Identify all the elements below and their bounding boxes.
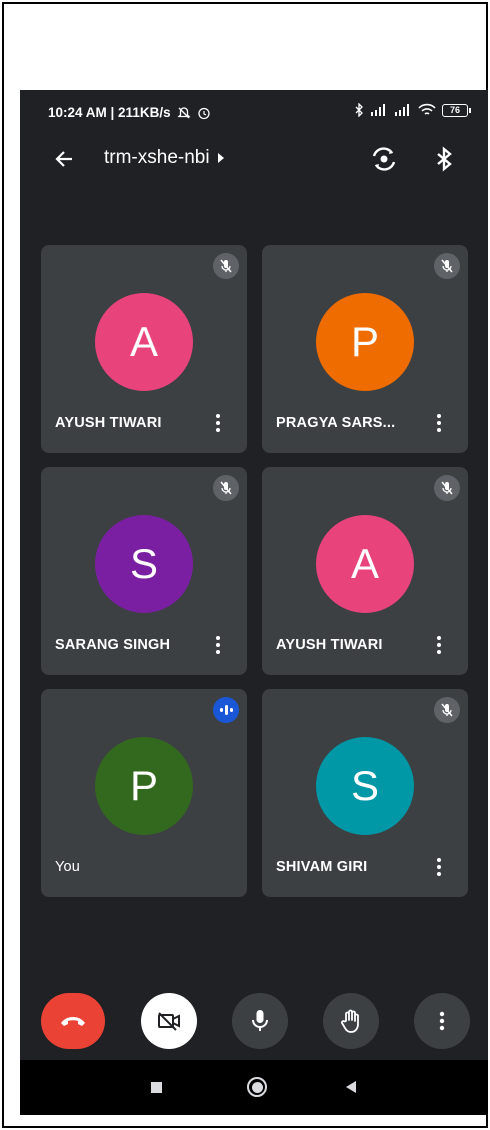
more-options-button[interactable] [414,993,470,1049]
avatar: S [95,515,193,613]
participant-tile[interactable]: A AYUSH TIWARI [262,467,468,675]
hang-up-button[interactable] [41,993,105,1049]
back-button[interactable] [50,144,80,174]
app-bar: trm-xshe-nbi [20,134,488,184]
call-controls [20,993,488,1049]
avatar: A [316,515,414,613]
status-right: 76 [354,103,471,117]
participant-name: AYUSH TIWARI [276,637,383,653]
bluetooth-status-icon [355,103,363,117]
avatar: P [316,293,414,391]
signal-icon-2 [395,104,409,116]
mic-off-icon [434,253,460,279]
bluetooth-icon [437,146,452,172]
more-vert-icon[interactable] [434,411,444,435]
system-nav-bar [20,1060,488,1115]
more-vert-icon[interactable] [434,855,444,879]
bluetooth-button[interactable] [428,143,460,175]
participant-tile-self[interactable]: P You [41,689,247,897]
avatar: A [95,293,193,391]
status-bar: 10:24 AM | 211KB/s 76 [20,90,488,134]
more-vert-icon[interactable] [213,633,223,657]
participant-name: AYUSH TIWARI [55,415,162,431]
raise-hand-icon [341,1009,359,1033]
raise-hand-button[interactable] [323,993,379,1049]
more-vert-icon [439,1011,445,1031]
meeting-title-button[interactable]: trm-xshe-nbi [104,147,224,169]
participant-name: You [55,859,81,875]
mic-off-icon [434,475,460,501]
status-left: 10:24 AM | 211KB/s [48,105,211,120]
mic-off-icon [213,475,239,501]
camera-switch-button[interactable] [368,143,400,175]
participant-name: PRAGYA SARS... [276,415,396,431]
participant-tile[interactable]: A AYUSH TIWARI [41,245,247,453]
meeting-code: trm-xshe-nbi [104,147,210,168]
participant-tile[interactable]: S SHIVAM GIRI [262,689,468,897]
speaking-indicator-icon [213,697,239,723]
participant-name: SARANG SINGH [55,637,171,653]
home-button[interactable] [247,1077,267,1097]
phone-screen: 10:24 AM | 211KB/s 76 trm-xshe-nbi A AYU… [20,90,488,1115]
camera-switch-icon [372,147,396,171]
back-nav-button[interactable] [346,1081,356,1093]
status-time-speed: 10:24 AM | 211KB/s [48,105,171,120]
mute-notification-icon [177,106,191,118]
video-off-icon [158,1012,180,1031]
signal-icon [371,104,385,116]
battery-icon: 76 [442,103,471,117]
recents-button[interactable] [151,1082,162,1093]
participant-tile[interactable]: P PRAGYA SARS... [262,245,468,453]
avatar: S [316,737,414,835]
chevron-right-icon [217,153,224,163]
participant-tile[interactable]: S SARANG SINGH [41,467,247,675]
video-toggle-button[interactable] [141,993,197,1049]
wifi-icon [418,103,436,115]
mic-off-icon [213,253,239,279]
participant-name: SHIVAM GIRI [276,859,368,875]
mic-icon [252,1010,268,1031]
mic-toggle-button[interactable] [232,993,288,1049]
more-vert-icon[interactable] [213,411,223,435]
arrow-back-icon [55,151,72,167]
mic-off-icon [434,697,460,723]
alarm-icon [197,107,210,119]
hang-up-icon [61,1017,85,1026]
avatar: P [95,737,193,835]
more-vert-icon[interactable] [434,633,444,657]
